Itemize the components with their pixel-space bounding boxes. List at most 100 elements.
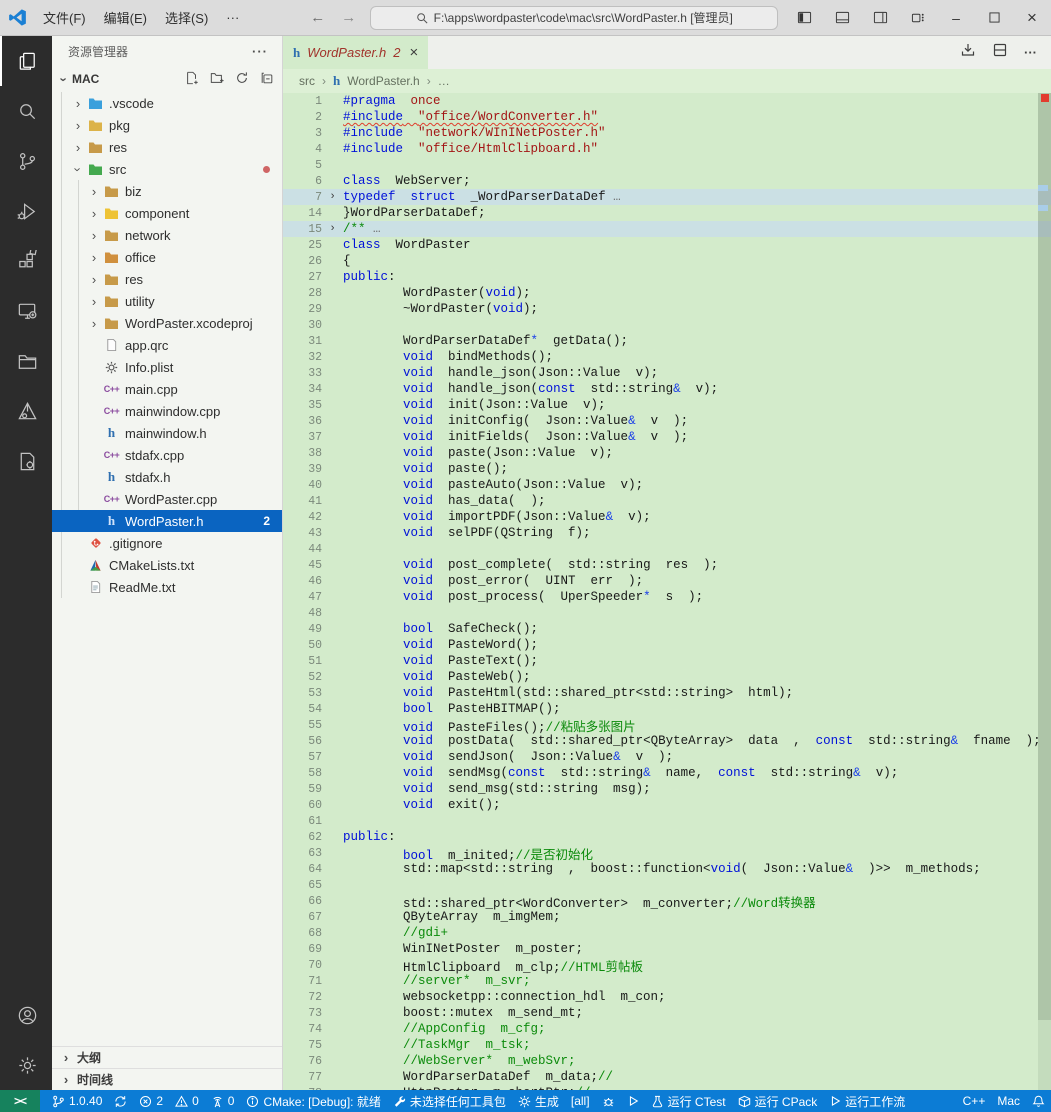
tree-item-stdafx.h[interactable]: hstdafx.h <box>52 466 282 488</box>
code-line-4[interactable]: 4#include "office/HtmlClipboard.h" <box>283 141 1051 157</box>
maximize-button[interactable] <box>975 0 1013 35</box>
code-line-75[interactable]: 75 //TaskMgr m_tsk; <box>283 1037 1051 1053</box>
run-task-icon[interactable] <box>960 42 976 63</box>
explorer-more-actions-icon[interactable]: ··· <box>252 44 268 59</box>
code-line-30[interactable]: 30 <box>283 317 1051 333</box>
new-file-icon[interactable] <box>185 71 199 88</box>
code-line-29[interactable]: 29 ~WordPaster(void); <box>283 301 1051 317</box>
split-editor-icon[interactable] <box>992 42 1008 63</box>
breadcrumb-src[interactable]: src <box>299 74 315 88</box>
code-line-76[interactable]: 76 //WebServer* m_webSvr; <box>283 1053 1051 1069</box>
tree-item-office[interactable]: ›office <box>52 246 282 268</box>
code-line-27[interactable]: 27public: <box>283 269 1051 285</box>
code-editor[interactable]: 1#pragma once2#include "office/WordConve… <box>283 93 1051 1090</box>
code-line-6[interactable]: 6class WebServer; <box>283 173 1051 189</box>
code-line-2[interactable]: 2#include "office/WordConverter.h" <box>283 109 1051 125</box>
close-tab-icon[interactable]: × <box>409 44 418 61</box>
code-line-78[interactable]: 78 HttpPoster m_shortPtr;// <box>283 1085 1051 1090</box>
layout-sidebar-icon[interactable] <box>785 0 823 35</box>
activity-account-icon[interactable] <box>0 990 52 1040</box>
code-line-55[interactable]: 55 void PasteFiles();//粘贴多张图片 <box>283 717 1051 733</box>
activity-settings-gear-icon[interactable] <box>0 1040 52 1090</box>
code-line-38[interactable]: 38 void paste(Json::Value v); <box>283 445 1051 461</box>
tree-item-.vscode[interactable]: ›.vscode <box>52 92 282 114</box>
tree-item-wordpaster.xcodeproj[interactable]: ›WordPaster.xcodeproj <box>52 312 282 334</box>
menu-file[interactable]: 文件(F) <box>34 0 95 35</box>
code-line-72[interactable]: 72 websocketpp::connection_hdl m_con; <box>283 989 1051 1005</box>
activity-run-debug-icon[interactable] <box>0 186 52 236</box>
tree-item-cmakelists.txt[interactable]: CMakeLists.txt <box>52 554 282 576</box>
code-line-56[interactable]: 56 void postData( std::shared_ptr<QByteA… <box>283 733 1051 749</box>
code-line-46[interactable]: 46 void post_error( UINT err ); <box>283 573 1051 589</box>
notifications-bell[interactable] <box>1026 1090 1051 1112</box>
code-line-61[interactable]: 61 <box>283 813 1051 829</box>
code-line-60[interactable]: 60 void exit(); <box>283 797 1051 813</box>
code-line-70[interactable]: 70 HtmlClipboard m_clp;//HTML剪帖板 <box>283 957 1051 973</box>
code-line-31[interactable]: 31 WordParserDataDef* getData(); <box>283 333 1051 349</box>
code-line-43[interactable]: 43 void selPDF(QString f); <box>283 525 1051 541</box>
new-folder-icon[interactable] <box>210 71 224 88</box>
outline-section-header[interactable]: › 大纲 <box>52 1046 282 1068</box>
remote-indicator[interactable]: >< <box>0 1090 40 1112</box>
activity-folder-library-icon[interactable] <box>0 336 52 386</box>
tree-item-utility[interactable]: ›utility <box>52 290 282 312</box>
tree-item-info.plist[interactable]: Info.plist <box>52 356 282 378</box>
cmake-target[interactable]: [all] <box>565 1090 596 1112</box>
code-line-33[interactable]: 33 void handle_json(Json::Value v); <box>283 365 1051 381</box>
code-line-41[interactable]: 41 void has_data( ); <box>283 493 1051 509</box>
tree-item-mainwindow.cpp[interactable]: C++mainwindow.cpp <box>52 400 282 422</box>
code-line-45[interactable]: 45 void post_complete( std::string res )… <box>283 557 1051 573</box>
tree-item-pkg[interactable]: ›pkg <box>52 114 282 136</box>
activity-search-icon[interactable] <box>0 86 52 136</box>
tree-item-.gitignore[interactable]: .gitignore <box>52 532 282 554</box>
code-line-51[interactable]: 51 void PasteText(); <box>283 653 1051 669</box>
run-ctest[interactable]: 运行 CTest <box>645 1090 732 1112</box>
code-line-50[interactable]: 50 void PasteWord(); <box>283 637 1051 653</box>
code-line-5[interactable]: 5 <box>283 157 1051 173</box>
cmake-launch[interactable] <box>621 1090 645 1112</box>
code-line-47[interactable]: 47 void post_process( UperSpeeder* s ); <box>283 589 1051 605</box>
layout-panel-icon[interactable] <box>823 0 861 35</box>
code-line-28[interactable]: 28 WordPaster(void); <box>283 285 1051 301</box>
code-line-77[interactable]: 77 WordParserDataDef m_data;// <box>283 1069 1051 1085</box>
sync-status[interactable] <box>108 1090 133 1112</box>
activity-remote-explorer-icon[interactable] <box>0 286 52 336</box>
collapse-all-icon[interactable] <box>260 71 274 88</box>
problems-errors[interactable]: 2 <box>133 1090 169 1112</box>
timeline-section-header[interactable]: › 时间线 <box>52 1068 282 1090</box>
root-folder-header[interactable]: › MAC <box>52 66 282 92</box>
menu-more[interactable]: ··· <box>217 0 248 35</box>
ports-status[interactable]: 0 <box>205 1090 241 1112</box>
menu-edit[interactable]: 编辑(E) <box>95 0 156 35</box>
code-line-1[interactable]: 1#pragma once <box>283 93 1051 109</box>
problems-warnings[interactable]: 0 <box>169 1090 205 1112</box>
refresh-icon[interactable] <box>235 71 249 88</box>
breadcrumb-symbol[interactable]: … <box>438 74 450 88</box>
back-arrow-icon[interactable]: ← <box>310 9 325 26</box>
activity-source-control-icon[interactable] <box>0 136 52 186</box>
code-line-67[interactable]: 67 QByteArray m_imgMem; <box>283 909 1051 925</box>
code-line-26[interactable]: 26{ <box>283 253 1051 269</box>
tree-item-stdafx.cpp[interactable]: C++stdafx.cpp <box>52 444 282 466</box>
activity-extensions-icon[interactable] <box>0 236 52 286</box>
cmake-status[interactable]: CMake: [Debug]: 就绪 <box>240 1090 386 1112</box>
minimize-button[interactable]: – <box>937 0 975 35</box>
code-line-37[interactable]: 37 void initFields( Json::Value& v ); <box>283 429 1051 445</box>
config-status[interactable]: Mac <box>991 1090 1026 1112</box>
code-line-64[interactable]: 64 std::map<std::string , boost::functio… <box>283 861 1051 877</box>
tree-item-res[interactable]: ›res <box>52 136 282 158</box>
tree-item-biz[interactable]: ›biz <box>52 180 282 202</box>
code-line-74[interactable]: 74 //AppConfig m_cfg; <box>283 1021 1051 1037</box>
tree-item-app.qrc[interactable]: app.qrc <box>52 334 282 356</box>
menu-selection[interactable]: 选择(S) <box>156 0 217 35</box>
fold-chevron-icon[interactable]: › <box>322 223 343 235</box>
code-line-58[interactable]: 58 void sendMsg(const std::string& name,… <box>283 765 1051 781</box>
code-line-35[interactable]: 35 void init(Json::Value v); <box>283 397 1051 413</box>
code-line-42[interactable]: 42 void importPDF(Json::Value& v); <box>283 509 1051 525</box>
code-line-7[interactable]: 7›typedef struct _WordParserDataDef … <box>283 189 1051 205</box>
tree-item-wordpaster.cpp[interactable]: C++WordPaster.cpp <box>52 488 282 510</box>
code-line-63[interactable]: 63 bool m_inited;//是否初始化 <box>283 845 1051 861</box>
code-line-34[interactable]: 34 void handle_json(const std::string& v… <box>283 381 1051 397</box>
code-line-57[interactable]: 57 void sendJson( Json::Value& v ); <box>283 749 1051 765</box>
code-line-73[interactable]: 73 boost::mutex m_send_mt; <box>283 1005 1051 1021</box>
